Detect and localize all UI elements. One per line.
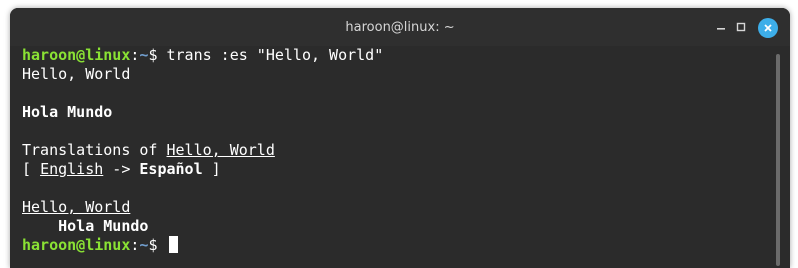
- dictionary-term: Hello, World: [22, 198, 131, 216]
- translations-of-prefix: Translations of: [22, 141, 167, 159]
- close-icon: [764, 24, 772, 32]
- prompt-symbol: $: [148, 46, 167, 64]
- prompt-symbol: $: [148, 236, 167, 254]
- lang-from: English: [40, 160, 104, 178]
- prompt-user: haroon@linux: [22, 236, 131, 254]
- minimize-icon: [717, 28, 725, 30]
- terminal-window: haroon@linux: ~ haroon@linux:~$ trans :e…: [10, 8, 790, 268]
- prompt-user: haroon@linux: [22, 46, 131, 64]
- dictionary-entry-line: Hola Mundo: [22, 217, 762, 236]
- close-button[interactable]: [758, 18, 778, 38]
- maximize-icon: [736, 22, 746, 32]
- lang-open: [: [22, 160, 41, 178]
- current-prompt-line: haroon@linux:~$: [22, 236, 762, 255]
- dictionary-indent: [22, 217, 58, 235]
- source-text: Hello, World: [22, 65, 131, 83]
- lang-arrow: ->: [103, 160, 140, 178]
- language-pair-line: [ English -> Español ]: [22, 160, 762, 179]
- window-title: haroon@linux: ~: [345, 20, 455, 35]
- title-bar[interactable]: haroon@linux: ~: [10, 8, 790, 46]
- scrollbar[interactable]: [776, 54, 780, 266]
- command-line: haroon@linux:~$ trans :es "Hello, World": [22, 46, 762, 65]
- dictionary-translation: Hola Mundo: [58, 217, 149, 235]
- translations-of-term: Hello, World: [166, 141, 275, 159]
- translations-of-line: Translations of Hello, World: [22, 141, 762, 160]
- lang-to: Español: [139, 160, 203, 178]
- minimize-button[interactable]: [712, 18, 730, 36]
- terminal-output[interactable]: haroon@linux:~$ trans :es "Hello, World"…: [22, 46, 762, 268]
- text-cursor: [168, 236, 178, 253]
- command-text: trans :es "Hello, World": [166, 46, 384, 64]
- lang-close: ]: [202, 160, 221, 178]
- maximize-button[interactable]: [732, 18, 750, 36]
- translation-text: Hola Mundo: [22, 103, 113, 121]
